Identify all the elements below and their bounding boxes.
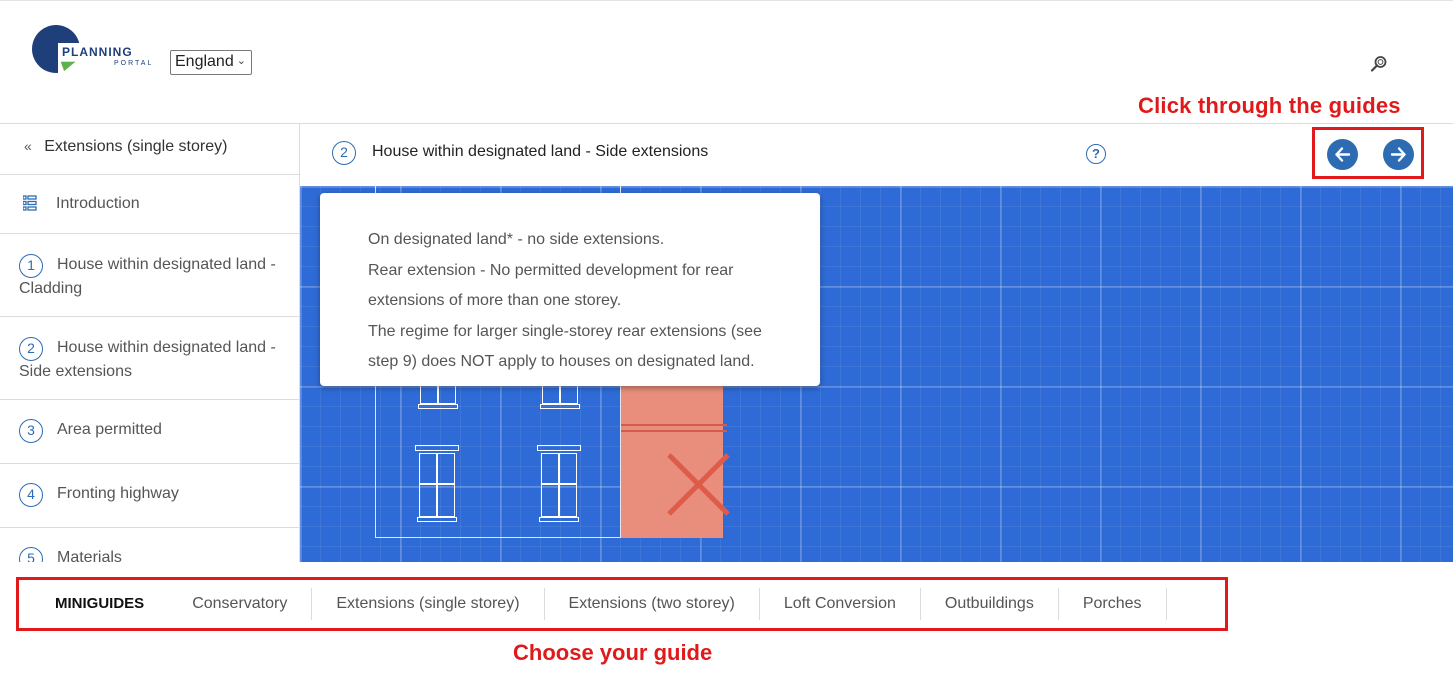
tab-porches[interactable]: Porches: [1059, 588, 1167, 620]
tooltip-line: On designated land* - no side extensions…: [368, 231, 665, 248]
arrow-right-icon: [1390, 147, 1406, 162]
sidebar-back-label: Extensions (single storey): [44, 138, 228, 155]
cross-icon: [667, 453, 730, 516]
region-value: England: [175, 53, 234, 70]
tab-conservatory[interactable]: Conservatory: [168, 588, 313, 620]
tab-extensions-two-storey[interactable]: Extensions (two storey): [545, 588, 760, 620]
sidebar-item-introduction[interactable]: Introduction: [0, 175, 299, 234]
current-step-badge: 2: [332, 141, 356, 165]
tab-outbuildings[interactable]: Outbuildings: [921, 588, 1059, 620]
window-lower-left: [415, 445, 459, 523]
arrow-left-icon: [1335, 147, 1351, 162]
planning-portal-logo[interactable]: PLANNING PORTAL: [32, 25, 152, 77]
tooltip-body: On designated land* - no side extensions…: [368, 225, 788, 378]
sidebar-item-label: House within designated land - Cladding: [19, 256, 276, 297]
step-number-badge: 5: [19, 547, 43, 562]
sidebar-item-label: House within designated land - Side exte…: [19, 339, 276, 380]
annotation-click-through-guides: Click through the guides: [1138, 93, 1401, 118]
logo-text-sub: PORTAL: [114, 60, 154, 67]
step-number-badge: 1: [19, 254, 43, 278]
site-header: PLANNING PORTAL England ⌄ Click through …: [0, 0, 1453, 124]
extension-line: [621, 424, 727, 426]
step-info-tooltip: On designated land* - no side extensions…: [320, 193, 820, 386]
sidebar-item-label: Introduction: [56, 195, 140, 212]
sidebar-back-link[interactable]: « Extensions (single storey): [0, 124, 299, 175]
previous-step-button[interactable]: [1327, 139, 1358, 170]
sidebar-item-label: Materials: [57, 549, 122, 562]
window-lower-right: [537, 445, 581, 523]
logo-text-main: PLANNING: [62, 45, 133, 59]
annotation-choose-guide: Choose your guide: [513, 640, 713, 665]
chevron-down-icon: ⌄: [236, 55, 246, 67]
sidebar-item-4[interactable]: 4 Fronting highway: [0, 464, 299, 528]
tooltip-line: Rear extension - No permitted developmen…: [368, 261, 734, 310]
region-select[interactable]: England ⌄: [170, 50, 252, 75]
step-number-badge: 2: [19, 337, 43, 361]
sidebar-item-label: Fronting highway: [57, 485, 179, 502]
tooltip-line: The regime for larger single-storey rear…: [368, 322, 762, 371]
list-grid-icon: [23, 195, 37, 211]
sidebar-item-label: Area permitted: [57, 421, 162, 438]
sidebar-item-1[interactable]: 1 House within designated land - Cladding: [0, 234, 299, 317]
miniguides-label: MINIGUIDES: [55, 595, 145, 612]
sidebar-item-2[interactable]: 2 House within designated land - Side ext…: [0, 317, 299, 400]
step-header: 2 House within designated land - Side ex…: [300, 124, 1453, 186]
step-number-badge: 3: [19, 419, 43, 443]
miniguides-nav: MINIGUIDES Conservatory Extensions (sing…: [16, 577, 1228, 631]
help-icon[interactable]: ?: [1086, 144, 1106, 164]
step-title: House within designated land - Side exte…: [372, 143, 709, 160]
guide-nav-annotation-box: [1312, 127, 1424, 179]
search-icon[interactable]: [1370, 55, 1388, 73]
tab-loft-conversion[interactable]: Loft Conversion: [760, 588, 921, 620]
guide-sidebar: « Extensions (single storey) Introductio…: [0, 124, 300, 562]
guide-tab-list: MINIGUIDES Conservatory Extensions (sing…: [35, 588, 1167, 620]
next-step-button[interactable]: [1383, 139, 1414, 170]
sidebar-item-5[interactable]: 5 Materials: [0, 528, 299, 562]
extension-line: [621, 430, 727, 432]
double-chevron-left-icon: «: [24, 138, 32, 154]
step-number-badge: 4: [19, 483, 43, 507]
tab-extensions-single-storey[interactable]: Extensions (single storey): [312, 588, 545, 620]
sidebar-item-3[interactable]: 3 Area permitted: [0, 400, 299, 464]
